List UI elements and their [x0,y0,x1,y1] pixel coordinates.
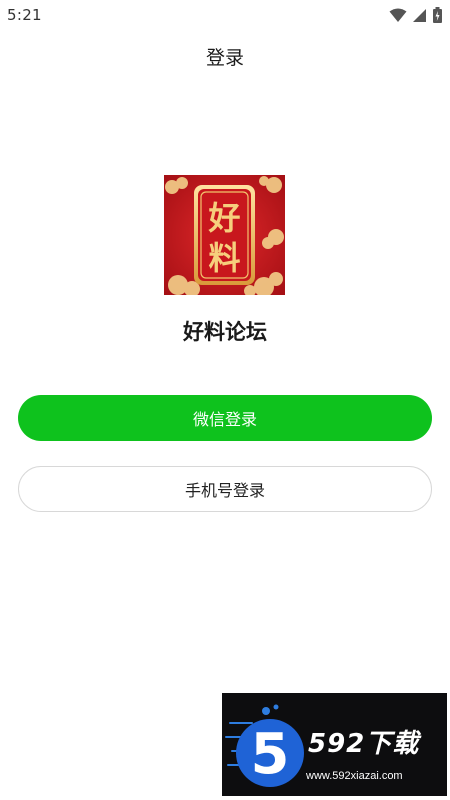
wifi-icon [389,8,407,22]
logo-char-bottom: 料 [208,239,240,277]
page-title: 登录 [205,47,244,69]
battery-icon [433,7,442,23]
login-screen: 5:21 登录 好 料 好料论坛 微信登录 手机号登录 5 592下载 www.… [0,0,450,800]
watermark-logo-digit: 5 [251,722,290,787]
status-icons [389,6,442,24]
app-logo: 好 料 [164,175,285,295]
logo-char-top: 好 [207,199,240,237]
wechat-login-label: 微信登录 [192,410,257,429]
watermark-brand: 592下载 [308,729,420,759]
watermark-url: www.592xiazai.com [306,770,403,782]
phone-login-label: 手机号登录 [184,481,265,500]
watermark: 5 592下载 www.592xiazai.com [222,693,447,796]
app-name: 好料论坛 [183,320,267,344]
signal-icon [413,8,426,22]
status-bar: 5:21 [0,0,450,30]
status-time: 5:21 [7,6,42,24]
watermark-logo: 5 [225,704,304,787]
wechat-login-button[interactable]: 微信登录 [18,395,432,441]
phone-login-button[interactable]: 手机号登录 [18,466,432,512]
